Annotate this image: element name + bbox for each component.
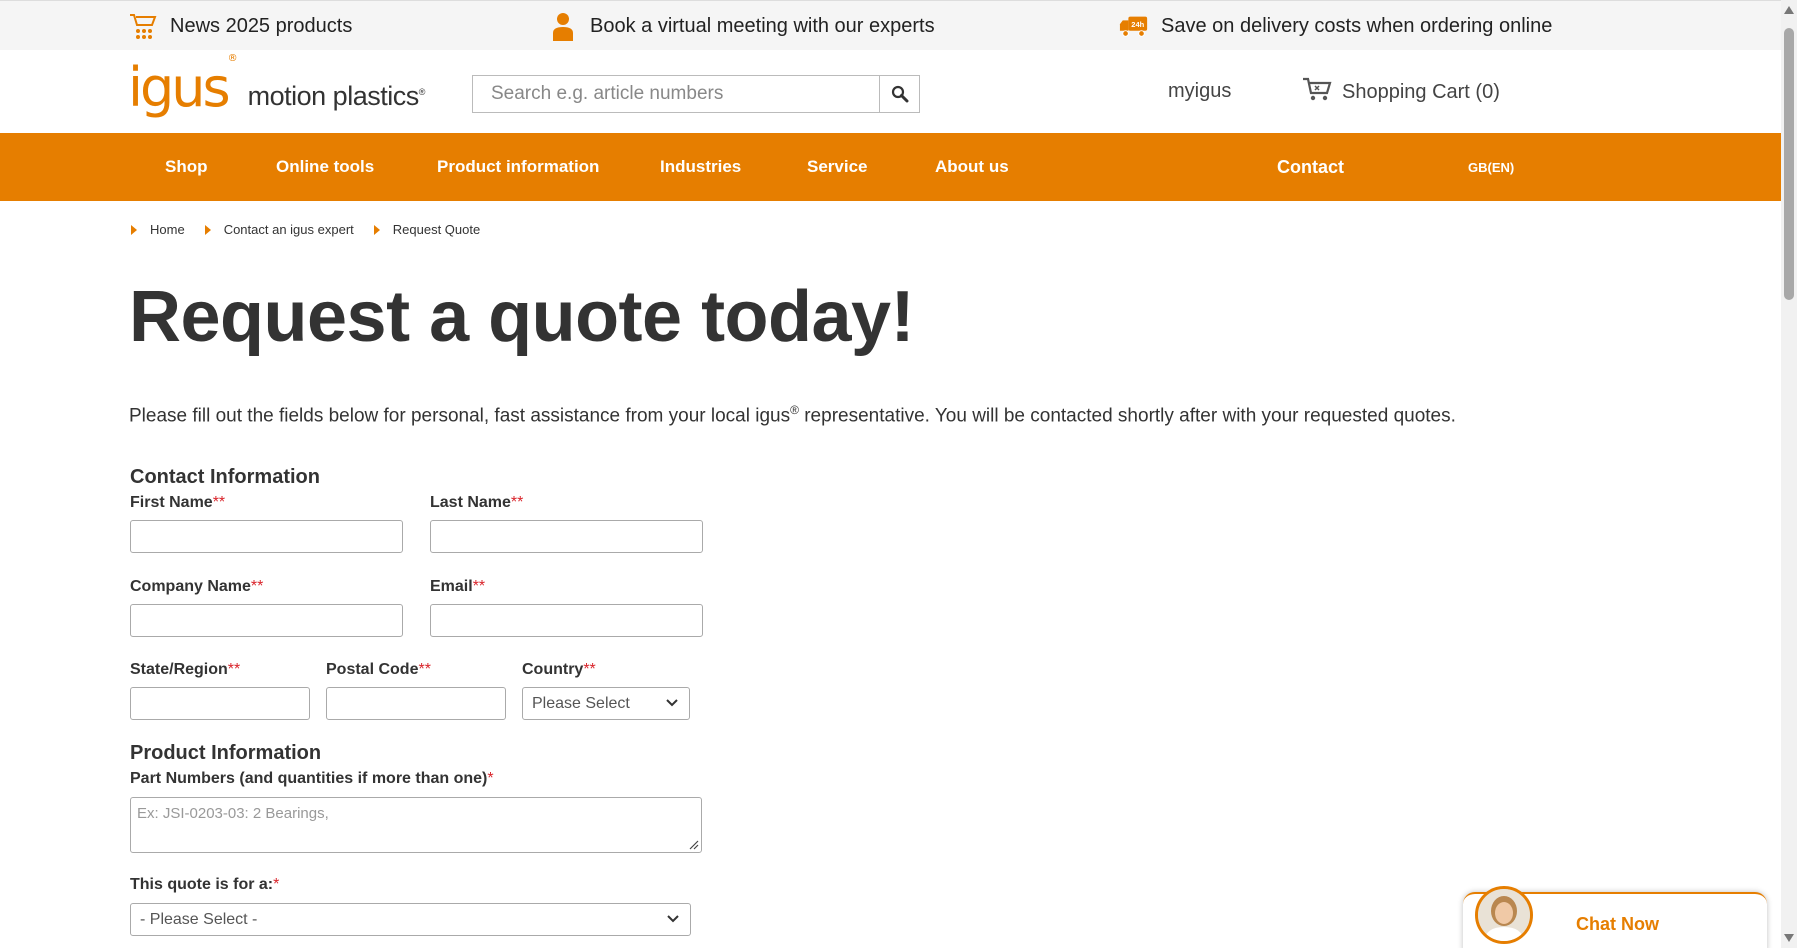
search-icon bbox=[891, 85, 908, 103]
last-name-label: Last Name** bbox=[430, 494, 524, 511]
info-new-products[interactable]: News 2025 products bbox=[128, 1, 352, 51]
country-label: Country** bbox=[522, 661, 596, 678]
breadcrumb-arrow-icon bbox=[373, 224, 380, 235]
quote-for-select-value: - Please Select - bbox=[140, 910, 258, 928]
part-numbers-placeholder: Ex: JSI-0203-03: 2 Bearings, bbox=[137, 805, 329, 822]
breadcrumb-arrow-icon bbox=[204, 224, 211, 235]
quote-for-label: This quote is for a:* bbox=[130, 876, 280, 893]
chevron-down-icon bbox=[667, 915, 679, 923]
language-selector[interactable]: GB(EN) bbox=[1468, 133, 1514, 201]
info-virtual-meeting[interactable]: Book a virtual meeting with our experts bbox=[548, 1, 935, 51]
page-intro: Please fill out the fields below for per… bbox=[129, 403, 1456, 427]
part-numbers-label: Part Numbers (and quantities if more tha… bbox=[130, 770, 494, 787]
breadcrumb-request-quote: Request Quote bbox=[373, 222, 481, 237]
nav-about-us[interactable]: About us bbox=[935, 133, 1009, 201]
cart-label: Shopping Cart (0) bbox=[1342, 80, 1500, 103]
breadcrumb-request-quote-label: Request Quote bbox=[392, 222, 481, 237]
email-label: Email** bbox=[430, 578, 486, 595]
product-info-heading: Product Information bbox=[130, 742, 322, 764]
info-virtual-meeting-label: Book a virtual meeting with our experts bbox=[590, 14, 935, 37]
breadcrumb-arrow-icon bbox=[131, 224, 137, 235]
last-name-field[interactable] bbox=[430, 520, 703, 553]
postal-code-label: Postal Code** bbox=[326, 661, 431, 678]
igus-logo[interactable]: igus® motion plastics® bbox=[128, 53, 426, 120]
myigus-link[interactable]: myigus bbox=[1168, 80, 1231, 103]
first-name-field[interactable] bbox=[130, 520, 403, 553]
logo-tagline: motion plastics® bbox=[247, 80, 426, 111]
company-name-label: Company Name** bbox=[130, 578, 264, 595]
info-bar: News 2025 products Book a virtual meetin… bbox=[0, 0, 1781, 50]
nav-industries[interactable]: Industries bbox=[660, 133, 741, 201]
nav-shop[interactable]: Shop bbox=[165, 133, 208, 201]
svg-text:24h: 24h bbox=[1131, 20, 1144, 29]
part-numbers-textarea[interactable]: Ex: JSI-0203-03: 2 Bearings, bbox=[130, 797, 702, 853]
country-select[interactable]: Please Select bbox=[522, 687, 690, 720]
breadcrumb-contact-expert-label: Contact an igus expert bbox=[223, 222, 354, 237]
logo-brand: igus® bbox=[128, 53, 238, 119]
search-button[interactable] bbox=[879, 76, 919, 112]
page-scrollbar[interactable] bbox=[1781, 0, 1797, 948]
person-icon bbox=[548, 11, 578, 41]
postal-code-field[interactable] bbox=[326, 687, 506, 720]
main-nav: Shop Online tools Product information In… bbox=[0, 133, 1781, 201]
site-header: igus® motion plastics® myigus Shopping C… bbox=[0, 50, 1781, 133]
state-region-label: State/Region** bbox=[130, 661, 241, 678]
quote-for-select[interactable]: - Please Select - bbox=[130, 903, 691, 936]
delivery-truck-icon: 24h bbox=[1119, 11, 1149, 41]
state-region-field[interactable] bbox=[130, 687, 310, 720]
email-field[interactable] bbox=[430, 604, 703, 637]
nav-service[interactable]: Service bbox=[807, 133, 868, 201]
nav-product-information[interactable]: Product information bbox=[437, 133, 599, 201]
nav-online-tools[interactable]: Online tools bbox=[276, 133, 374, 201]
breadcrumb: Home Contact an igus expert Request Quot… bbox=[131, 222, 500, 237]
scroll-up-icon[interactable] bbox=[1784, 6, 1794, 14]
breadcrumb-home[interactable]: Home bbox=[131, 222, 185, 237]
search-input[interactable] bbox=[473, 76, 879, 112]
shopping-cart-link[interactable]: Shopping Cart (0) bbox=[1302, 76, 1500, 108]
chat-agent-avatar bbox=[1475, 886, 1533, 944]
new-products-icon bbox=[128, 11, 158, 41]
page-title: Request a quote today! bbox=[129, 277, 915, 357]
company-name-field[interactable] bbox=[130, 604, 403, 637]
chat-widget[interactable]: Chat Now bbox=[1463, 886, 1767, 948]
info-new-products-label: News 2025 products bbox=[170, 14, 353, 37]
scroll-thumb[interactable] bbox=[1784, 28, 1794, 300]
contact-info-heading: Contact Information bbox=[130, 466, 320, 488]
country-select-value: Please Select bbox=[532, 694, 630, 712]
nav-contact[interactable]: Contact bbox=[1277, 133, 1344, 201]
cart-icon bbox=[1302, 76, 1332, 108]
info-delivery[interactable]: 24h Save on delivery costs when ordering… bbox=[1119, 1, 1552, 51]
search-bar bbox=[472, 75, 920, 113]
breadcrumb-home-label: Home bbox=[150, 222, 185, 237]
chat-now-label: Chat Now bbox=[1576, 914, 1659, 934]
first-name-label: First Name** bbox=[130, 494, 226, 511]
breadcrumb-contact-expert[interactable]: Contact an igus expert bbox=[204, 222, 354, 237]
scroll-down-icon[interactable] bbox=[1784, 934, 1794, 942]
info-delivery-label: Save on delivery costs when ordering onl… bbox=[1161, 14, 1553, 37]
resize-grip-icon[interactable] bbox=[689, 840, 699, 850]
chevron-down-icon bbox=[666, 699, 678, 707]
